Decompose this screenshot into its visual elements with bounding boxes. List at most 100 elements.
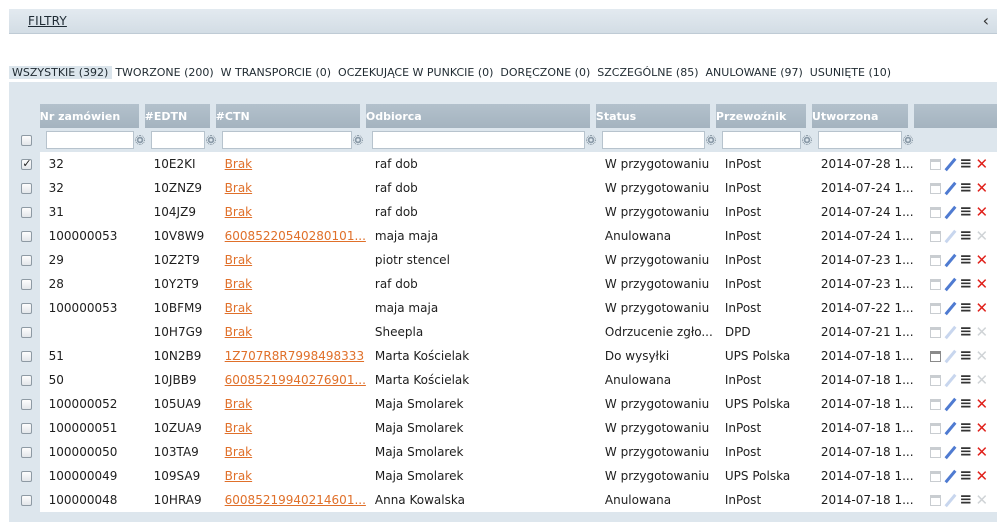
list-icon[interactable] xyxy=(960,442,973,460)
pencil-icon[interactable] xyxy=(944,158,957,171)
ctn-link[interactable]: Brak xyxy=(225,421,252,435)
pencil-icon[interactable] xyxy=(944,302,957,315)
pencil-icon[interactable] xyxy=(944,326,957,339)
filter-input-ctn[interactable] xyxy=(221,131,352,149)
pencil-icon[interactable] xyxy=(944,254,957,267)
row-checkbox[interactable] xyxy=(21,255,33,266)
pencil-icon[interactable] xyxy=(944,374,957,387)
row-checkbox[interactable] xyxy=(21,207,33,218)
filter-toggle-link[interactable]: FILTRY xyxy=(28,14,67,28)
ctn-link[interactable]: Brak xyxy=(225,301,252,315)
tab-5[interactable]: SZCZEGÓLNE (85) xyxy=(594,66,702,79)
select-all-checkbox[interactable] xyxy=(21,135,33,146)
tab-3[interactable]: OCZEKUJĄCE W PUNKCIE (0) xyxy=(335,66,497,79)
column-header-status[interactable]: Status xyxy=(595,104,716,128)
pencil-icon[interactable] xyxy=(944,422,957,435)
calendar-icon[interactable] xyxy=(929,446,941,458)
delete-icon[interactable]: ✕ xyxy=(976,444,989,459)
filter-input-recipient[interactable] xyxy=(371,131,585,149)
row-checkbox[interactable] xyxy=(21,157,33,170)
table-row[interactable]: 3210E2KI Brak raf dobW przygotowaniuInPost… xyxy=(14,152,997,176)
table-row[interactable]: 29 10Z2T9 Brak piotr stencel W przygotowaniu… xyxy=(14,248,997,272)
calendar-icon[interactable] xyxy=(929,350,941,362)
list-icon[interactable] xyxy=(960,394,973,412)
row-checkbox[interactable] xyxy=(21,351,33,362)
row-checkbox[interactable] xyxy=(21,375,33,386)
delete-icon[interactable]: ✕ xyxy=(976,324,989,339)
delete-icon[interactable]: ✕ xyxy=(976,300,989,315)
list-icon[interactable] xyxy=(960,466,973,484)
pencil-icon[interactable] xyxy=(944,398,957,411)
row-checkbox[interactable] xyxy=(21,303,33,314)
table-row[interactable]: 32 10ZNZ9 Brak raf dob W przygotowaniu InPost… xyxy=(14,176,997,200)
ctn-link[interactable]: Brak xyxy=(225,181,252,195)
pencil-icon[interactable] xyxy=(944,230,957,243)
list-icon[interactable] xyxy=(960,274,973,292)
list-icon[interactable] xyxy=(960,298,973,316)
list-icon[interactable] xyxy=(960,346,973,364)
ctn-link[interactable]: 1Z707R8R7998498333 xyxy=(225,349,364,363)
calendar-icon[interactable] xyxy=(929,494,941,506)
row-checkbox[interactable] xyxy=(21,231,33,242)
tab-7[interactable]: USUNIĘTE (10) xyxy=(807,66,895,79)
calendar-icon[interactable] xyxy=(929,422,941,434)
delete-icon[interactable]: ✕ xyxy=(976,204,989,219)
table-row[interactable]: 100000049 109SA9 Brak Maja Smolarek W przygo… xyxy=(14,464,997,488)
calendar-icon[interactable] xyxy=(929,374,941,386)
calendar-icon[interactable] xyxy=(929,302,941,314)
table-row[interactable]: 100000052 105UA9 Brak Maja Smolarek W przygo… xyxy=(14,392,997,416)
delete-icon[interactable]: ✕ xyxy=(976,276,989,291)
list-icon[interactable] xyxy=(960,490,973,508)
delete-icon[interactable]: ✕ xyxy=(976,228,989,243)
filter-bar[interactable]: FILTRY ‹ xyxy=(9,9,997,34)
row-checkbox[interactable] xyxy=(21,447,33,458)
pencil-icon[interactable] xyxy=(944,494,957,507)
gear-icon[interactable] xyxy=(902,135,913,145)
calendar-icon[interactable] xyxy=(929,326,941,338)
table-row[interactable]: 51 10N2B9 1Z707R8R7998498333 Marta Kościela… xyxy=(14,344,997,368)
list-icon[interactable] xyxy=(960,250,973,268)
gear-icon[interactable] xyxy=(205,135,216,145)
ctn-link[interactable]: Brak xyxy=(225,253,252,267)
table-row[interactable]: 100000048 10HRA9 60085219940214601... Anna … xyxy=(14,488,997,512)
tab-6[interactable]: ANULOWANE (97) xyxy=(703,66,807,79)
filter-input-edtn[interactable] xyxy=(150,131,205,149)
gear-icon[interactable] xyxy=(801,135,812,145)
list-icon[interactable] xyxy=(960,418,973,436)
delete-icon[interactable]: ✕ xyxy=(976,348,989,363)
table-row[interactable]: 28 10Y2T9 Brak raf dob W przygotowaniu InPost… xyxy=(14,272,997,296)
delete-icon[interactable]: ✕ xyxy=(976,180,989,195)
tab-2[interactable]: W TRANSPORCIE (0) xyxy=(218,66,335,79)
list-icon[interactable] xyxy=(960,226,973,244)
pencil-icon[interactable] xyxy=(944,278,957,291)
table-row[interactable]: 100000053 10V8W9 60085220540280101... maja … xyxy=(14,224,997,248)
column-header-carrier[interactable]: Przewoźnik xyxy=(715,104,812,128)
ctn-link[interactable]: Brak xyxy=(225,397,252,411)
calendar-icon[interactable] xyxy=(929,230,941,242)
pencil-icon[interactable] xyxy=(944,350,957,363)
ctn-link[interactable]: 60085219940276901... xyxy=(225,373,366,387)
column-header-created[interactable]: Utworzona xyxy=(811,104,914,128)
filter-input-created[interactable] xyxy=(817,131,902,149)
chevron-left-icon[interactable]: ‹ xyxy=(983,11,989,30)
column-header-ctn[interactable]: #CTN xyxy=(215,104,366,128)
list-icon[interactable] xyxy=(960,322,973,340)
filter-input-carrier[interactable] xyxy=(721,131,801,149)
ctn-link[interactable]: Brak xyxy=(225,205,252,219)
delete-icon[interactable]: ✕ xyxy=(976,252,989,267)
calendar-icon[interactable] xyxy=(929,206,941,218)
filter-input-status[interactable] xyxy=(601,131,705,149)
tab-0[interactable]: WSZYSTKIE (392) xyxy=(9,65,113,79)
list-icon[interactable] xyxy=(960,178,973,196)
column-header-order[interactable]: Nr zamówien xyxy=(39,104,145,128)
table-row[interactable]: 100000050 103TA9 Brak Maja Smolarek W przygo… xyxy=(14,440,997,464)
gear-icon[interactable] xyxy=(352,135,363,145)
pencil-icon[interactable] xyxy=(944,446,957,459)
delete-icon[interactable]: ✕ xyxy=(976,156,989,171)
table-row[interactable]: 100000053 10BFM9 Brak maja maja W przygotowa… xyxy=(14,296,997,320)
pencil-icon[interactable] xyxy=(944,206,957,219)
row-checkbox[interactable] xyxy=(21,183,33,194)
list-icon[interactable] xyxy=(960,370,973,388)
pencil-icon[interactable] xyxy=(944,182,957,195)
delete-icon[interactable]: ✕ xyxy=(976,396,989,411)
